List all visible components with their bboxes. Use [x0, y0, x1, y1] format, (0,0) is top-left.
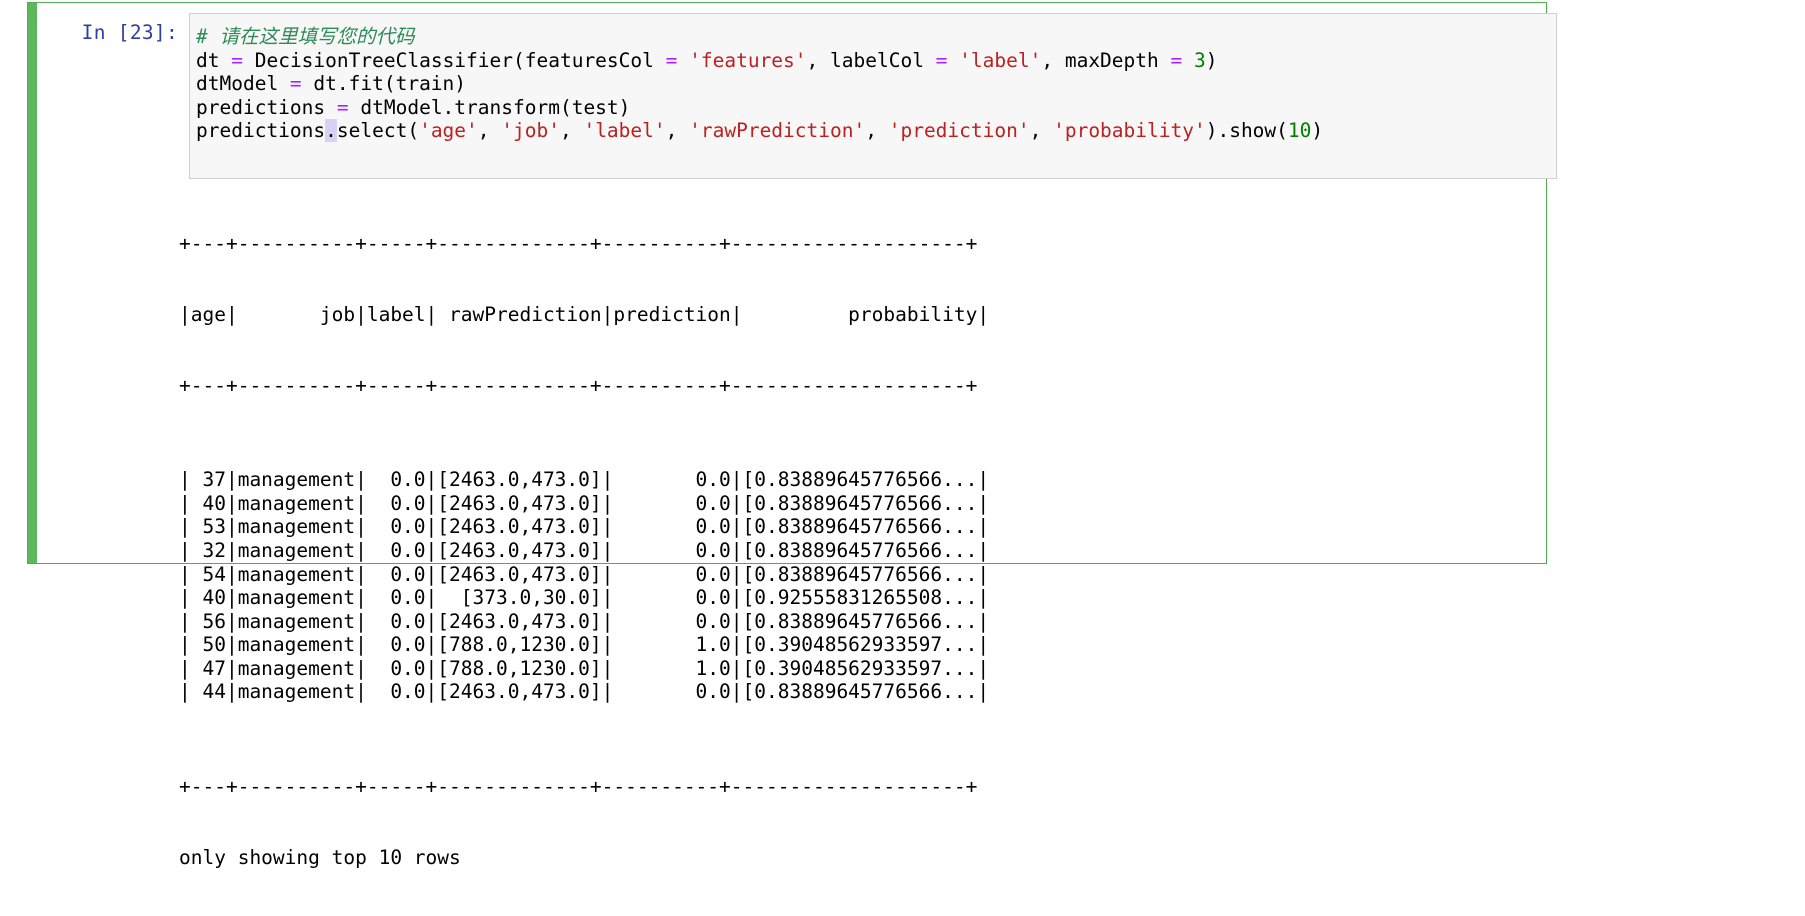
code-token-str: 'label'	[959, 48, 1042, 72]
code-token-plain: dtModel.transform(test)	[348, 95, 631, 119]
output-rule-top: +---+----------+-----+-------------+----…	[179, 232, 978, 256]
cell-selected-marker	[28, 3, 37, 563]
code-token-str: 'rawPrediction'	[689, 119, 866, 143]
code-token-str: 'job'	[501, 119, 560, 143]
code-editor[interactable]: # 请在这里填写您的代码 dt = DecisionTreeClassifier(…	[189, 13, 1557, 179]
code-token-plain: ,	[559, 119, 584, 143]
code-token-plain: , maxDepth	[1041, 48, 1171, 72]
code-line-5: predictions.select('age', 'job', 'label'…	[196, 119, 1323, 143]
code-token-plain: dtModel	[196, 72, 290, 96]
code-token-str: 'label'	[583, 119, 666, 143]
code-token-str: 'age'	[419, 119, 478, 143]
code-token-plain: dt.fit(train)	[301, 72, 467, 96]
code-token-plain: ,	[477, 119, 502, 143]
code-line-1: # 请在这里填写您的代码	[196, 25, 1323, 49]
output-table-rows: | 37|management| 0.0|[2463.0,473.0]| 0.0…	[179, 468, 1539, 704]
code-token-str: 'prediction'	[888, 119, 1030, 143]
code-token-plain: , labelCol	[806, 48, 936, 72]
code-token-plain: predictions	[196, 119, 326, 143]
code-token-plain: ,	[665, 119, 690, 143]
table-row: | 40|management| 0.0| [373.0,30.0]| 0.0|…	[179, 586, 990, 610]
code-token-op: =	[289, 72, 302, 96]
code-token-op: =	[336, 95, 349, 119]
code-token-plain: ,	[865, 119, 889, 143]
code-token-plain: select(	[336, 119, 420, 143]
table-row: | 44|management| 0.0|[2463.0,473.0]| 0.0…	[179, 680, 990, 704]
code-token-plain: DecisionTreeClassifier(featuresCol	[242, 48, 666, 72]
code-token-str: 'probability'	[1053, 119, 1206, 143]
table-row: | 50|management| 0.0|[788.0,1230.0]| 1.0…	[179, 633, 990, 657]
code-token-plain: )	[1205, 48, 1218, 72]
code-token-plain: ).show(	[1205, 119, 1288, 143]
cell-input-row: In [23]: # 请在这里填写您的代码 dt = DecisionTreeCl…	[38, 3, 1557, 179]
code-token-str: 'features'	[689, 48, 807, 72]
table-row: | 37|management| 0.0|[2463.0,473.0]| 0.0…	[179, 468, 990, 492]
code-token-op: =	[665, 48, 678, 72]
cell-output-area: +---+----------+-----+-------------+----…	[179, 185, 1539, 916]
code-token-op: =	[231, 48, 243, 72]
notebook-page: In [23]: # 请在这里填写您的代码 dt = DecisionTreeCl…	[0, 0, 1805, 869]
code-token-hl: .	[325, 119, 337, 143]
code-line-3: dtModel = dt.fit(train)	[196, 72, 1323, 96]
code-token-op: =	[935, 48, 948, 72]
code-token-comment: # 请在这里填写您的代码	[196, 25, 415, 48]
table-row: | 47|management| 0.0|[788.0,1230.0]| 1.0…	[179, 656, 990, 680]
table-row: | 40|management| 0.0|[2463.0,473.0]| 0.0…	[179, 491, 990, 515]
code-source-lines[interactable]: # 请在这里填写您的代码 dt = DecisionTreeClassifier(…	[196, 25, 1323, 143]
table-row: | 56|management| 0.0|[2463.0,473.0]| 0.0…	[179, 609, 990, 633]
table-row: | 54|management| 0.0|[2463.0,473.0]| 0.0…	[179, 562, 990, 586]
output-footer-note: only showing top 10 rows	[179, 845, 461, 869]
code-token-plain: predictions	[196, 95, 337, 119]
code-line-4: predictions = dtModel.transform(test)	[196, 96, 1323, 120]
code-token-num: 10	[1287, 119, 1312, 143]
code-token-plain: dt	[196, 48, 232, 72]
code-token-num: 3	[1194, 48, 1206, 72]
output-table-header: |age| job|label| rawPrediction|predictio…	[179, 302, 990, 326]
code-token-op: =	[1170, 48, 1183, 72]
table-row: | 53|management| 0.0|[2463.0,473.0]| 0.0…	[179, 515, 990, 539]
table-row: | 32|management| 0.0|[2463.0,473.0]| 0.0…	[179, 538, 990, 562]
code-token-plain: )	[1311, 119, 1324, 143]
output-rule-mid: +---+----------+-----+-------------+----…	[179, 373, 978, 397]
output-rule-bottom: +---+----------+-----+-------------+----…	[179, 774, 978, 798]
notebook-code-cell[interactable]: In [23]: # 请在这里填写您的代码 dt = DecisionTreeCl…	[27, 2, 1557, 869]
code-line-2: dt = DecisionTreeClassifier(featuresCol …	[196, 49, 1323, 73]
input-prompt-label: In [23]:	[81, 21, 178, 44]
code-token-plain: ,	[1029, 119, 1054, 143]
